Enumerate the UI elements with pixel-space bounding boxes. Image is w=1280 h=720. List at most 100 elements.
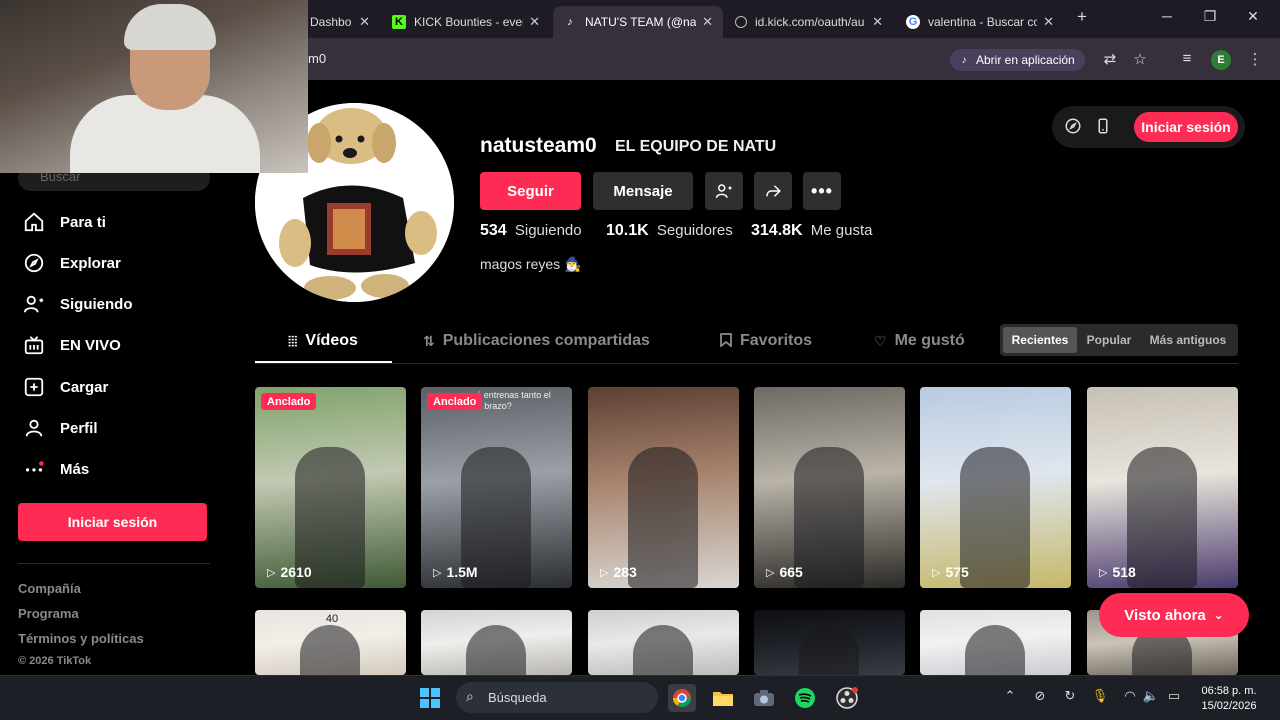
restore-icon[interactable]: ❐ bbox=[1200, 8, 1220, 25]
footer-link-terms[interactable]: Términos y políticas bbox=[18, 631, 144, 646]
tab-liked[interactable]: ♡ Me gustó bbox=[874, 332, 965, 350]
spotify-icon[interactable] bbox=[791, 684, 819, 712]
footer-link-program[interactable]: Programa bbox=[18, 606, 79, 621]
browser-tab[interactable]: K KICK Bounties - every ✕ bbox=[382, 6, 550, 38]
live-icon bbox=[22, 333, 46, 357]
browser-profile-avatar[interactable]: E bbox=[1211, 50, 1231, 70]
sidebar-item-siguiendo[interactable]: Siguiendo bbox=[22, 289, 133, 319]
sidebar-item-perfil[interactable]: Perfil bbox=[22, 413, 98, 443]
google-icon: G bbox=[906, 15, 920, 29]
video-thumbnail[interactable]: Anclado ▷ 2610 bbox=[255, 387, 406, 588]
video-thumbnail[interactable]: ▷ 575 bbox=[920, 387, 1071, 588]
sync-icon[interactable]: ↻ bbox=[1061, 688, 1079, 704]
chevron-up-icon[interactable]: ⌃ bbox=[1001, 688, 1019, 704]
view-count: ▷ 1.5M bbox=[433, 564, 478, 580]
browser-tab[interactable]: id.kick.com/oauth/au ✕ bbox=[725, 6, 893, 38]
menu-kebab-icon[interactable]: ⋮ bbox=[1245, 50, 1265, 68]
watched-now-button[interactable]: Visto ahora ⌄ bbox=[1099, 593, 1249, 637]
home-icon bbox=[22, 210, 46, 234]
wifi-icon[interactable]: ◠ bbox=[1121, 688, 1139, 704]
sort-mas-antiguos[interactable]: Más antiguos bbox=[1142, 327, 1234, 353]
copyright: © 2026 TikTok bbox=[18, 655, 92, 667]
tab-favorites[interactable]: Favoritos bbox=[720, 332, 812, 350]
globe-icon bbox=[735, 16, 747, 28]
sidebar-login-button[interactable]: Iniciar sesión bbox=[18, 503, 207, 541]
view-count: ▷ 575 bbox=[932, 564, 969, 580]
sidebar-item-en-vivo[interactable]: EN VIVO bbox=[22, 330, 121, 360]
minimize-icon[interactable]: ─ bbox=[1157, 8, 1177, 24]
close-window-icon[interactable]: ✕ bbox=[1243, 8, 1263, 25]
tab-videos[interactable]: ⦙⦙⦙ Vídeos bbox=[288, 332, 358, 350]
video-thumbnail[interactable]: ▷ 283 bbox=[588, 387, 739, 588]
thumbnail-figure bbox=[794, 447, 864, 588]
header-login-button[interactable]: Iniciar sesión bbox=[1134, 112, 1238, 142]
profile-username: natusteam0 bbox=[480, 134, 597, 157]
close-icon[interactable]: ✕ bbox=[1043, 14, 1054, 30]
mute-notification-icon[interactable]: ⊘ bbox=[1031, 688, 1049, 704]
video-thumbnail[interactable]: 40 bbox=[255, 610, 406, 675]
url-field[interactable]: m0 bbox=[308, 51, 326, 66]
phone-icon[interactable] bbox=[1094, 117, 1112, 140]
divider bbox=[255, 363, 1238, 364]
browser-tab-active[interactable]: ♪ NATU'S TEAM (@natu ✕ bbox=[553, 6, 723, 38]
browser-tab[interactable]: Dashbo ✕ bbox=[300, 6, 380, 38]
follow-button[interactable]: Seguir bbox=[480, 172, 581, 210]
system-clock[interactable]: 06:58 p. m. 15/02/2026 bbox=[1196, 684, 1262, 714]
more-options-button[interactable]: ••• bbox=[803, 172, 841, 210]
open-in-app-button[interactable]: ♪ Abrir en aplicación bbox=[950, 49, 1085, 71]
sort-recientes[interactable]: Recientes bbox=[1003, 327, 1077, 353]
tiktok-icon: ♪ bbox=[961, 54, 967, 66]
pinned-badge: Anclado bbox=[261, 393, 317, 410]
volume-icon[interactable]: 🔈 bbox=[1142, 688, 1160, 704]
share-button[interactable] bbox=[754, 172, 792, 210]
close-icon[interactable]: ✕ bbox=[872, 14, 883, 30]
browser-tab[interactable]: G valentina - Buscar co ✕ bbox=[896, 6, 1064, 38]
new-tab-button[interactable]: + bbox=[1072, 7, 1092, 27]
message-button[interactable]: Mensaje bbox=[593, 172, 693, 210]
windows-start-icon[interactable] bbox=[416, 684, 444, 712]
followers-stat[interactable]: 10.1K Seguidores bbox=[606, 222, 733, 240]
taskbar-search[interactable]: ⌕ Búsqueda bbox=[456, 682, 658, 713]
view-count-text: 283 bbox=[613, 564, 637, 580]
close-icon[interactable]: ✕ bbox=[702, 14, 713, 30]
star-icon[interactable]: ☆ bbox=[1130, 50, 1150, 68]
video-thumbnail[interactable]: ▷ 518 bbox=[1087, 387, 1238, 588]
video-thumbnail[interactable]: ¿por qué entrenas tanto el brazo? Anclado… bbox=[421, 387, 572, 588]
following-stat[interactable]: 534 Siguiendo bbox=[480, 222, 582, 240]
clock-date: 15/02/2026 bbox=[1201, 700, 1257, 712]
footer-link-company[interactable]: Compañía bbox=[18, 581, 81, 596]
play-icon: ▷ bbox=[433, 566, 442, 579]
sidebar-item-cargar[interactable]: Cargar bbox=[22, 372, 108, 402]
close-icon[interactable]: ✕ bbox=[529, 14, 540, 30]
chrome-icon[interactable] bbox=[668, 684, 696, 712]
following-icon bbox=[22, 292, 46, 316]
sidebar-item-para-ti[interactable]: Para ti bbox=[22, 207, 106, 237]
video-thumbnail[interactable] bbox=[754, 610, 905, 675]
video-thumbnail[interactable] bbox=[421, 610, 572, 675]
tiktok-icon: ♪ bbox=[567, 16, 573, 28]
translate-icon[interactable]: ⇄ bbox=[1100, 50, 1120, 68]
folder-icon[interactable] bbox=[709, 684, 737, 712]
add-friend-button[interactable] bbox=[705, 172, 743, 210]
obs-icon[interactable] bbox=[833, 684, 861, 712]
play-icon: ▷ bbox=[1099, 566, 1108, 579]
close-icon[interactable]: ✕ bbox=[359, 14, 370, 30]
sort-popular[interactable]: Popular bbox=[1080, 327, 1138, 353]
video-thumbnail[interactable]: ▷ 665 bbox=[754, 387, 905, 588]
video-thumbnail[interactable] bbox=[588, 610, 739, 675]
view-count: ▷ 283 bbox=[600, 564, 637, 580]
battery-icon[interactable]: ▭ bbox=[1165, 688, 1183, 704]
microphone-icon[interactable]: 🎙 bbox=[1091, 688, 1109, 704]
sidebar-item-label: Explorar bbox=[60, 254, 121, 272]
sidebar-item-label: Para ti bbox=[60, 213, 106, 231]
media-control-icon[interactable]: ≡ bbox=[1177, 50, 1197, 67]
profile-nickname: EL EQUIPO DE NATU bbox=[615, 138, 777, 155]
video-thumbnail[interactable] bbox=[920, 610, 1071, 675]
tab-label: Publicaciones compartidas bbox=[442, 332, 650, 349]
sidebar-item-explorar[interactable]: Explorar bbox=[22, 248, 121, 278]
camera-icon[interactable] bbox=[750, 684, 778, 712]
play-icon: ▷ bbox=[267, 566, 276, 579]
compass-icon[interactable] bbox=[1064, 117, 1082, 140]
tab-reposts[interactable]: ⇅ Publicaciones compartidas bbox=[423, 332, 650, 350]
sidebar-item-mas[interactable]: Más bbox=[22, 454, 89, 484]
